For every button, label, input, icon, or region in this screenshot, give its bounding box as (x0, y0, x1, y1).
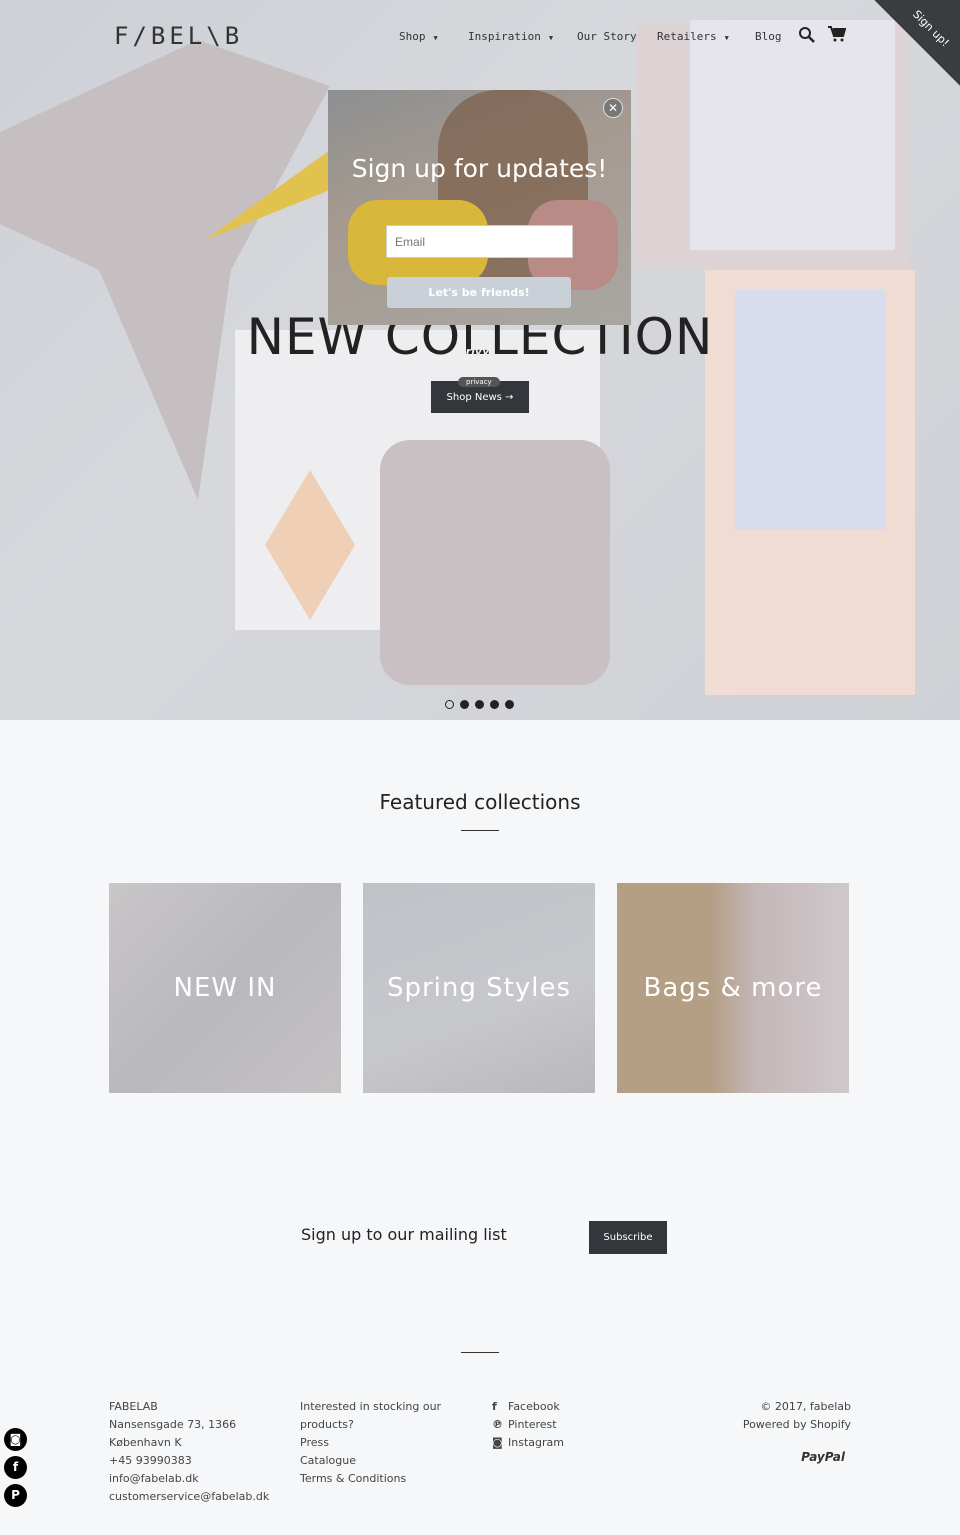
close-icon[interactable]: ✕ (603, 98, 623, 118)
slide-dots (445, 700, 514, 709)
footer-social: f Facebook ℗ Pinterest ◙ Instagram (492, 1398, 564, 1452)
signup-popup: Sign up for updates! ✕ Let's be friends! (328, 90, 631, 325)
footer-city: København K (109, 1436, 182, 1449)
nav-inspiration[interactable]: Inspiration ▼ (468, 30, 553, 43)
caret-down-icon: ▼ (548, 34, 554, 42)
slide-dot[interactable] (460, 700, 469, 709)
email-input[interactable] (386, 225, 573, 258)
nav-label: Retailers (657, 30, 717, 43)
slide-dot[interactable] (475, 700, 484, 709)
nav-our-story[interactable]: Our Story (577, 30, 637, 43)
slide-dot[interactable] (490, 700, 499, 709)
collection-card-spring-styles[interactable]: Spring Styles (363, 883, 595, 1093)
privacy-link[interactable]: privacy (458, 377, 500, 387)
footer-link-stocking[interactable]: Interested in stocking our (300, 1398, 441, 1416)
featured-title: Featured collections (379, 790, 581, 814)
logo[interactable]: F/BEL\B (114, 22, 243, 50)
footer-address: FABELAB Nansensgade 73, 1366 København K… (109, 1398, 269, 1506)
footer-links: Interested in stocking our products? Pre… (300, 1398, 441, 1488)
footer-link-press[interactable]: Press (300, 1434, 441, 1452)
caret-down-icon: ▼ (724, 34, 729, 42)
collection-label: Bags & more (643, 973, 823, 1003)
slide-dot[interactable] (505, 700, 514, 709)
powered-by-link[interactable]: Powered by Shopify (743, 1416, 851, 1434)
privy-logo[interactable]: Privy (458, 345, 489, 358)
nav-shop[interactable]: Shop ▼ (399, 30, 438, 43)
hero-image-pillow (690, 20, 895, 250)
footer-company: FABELAB (109, 1400, 158, 1413)
nav-blog[interactable]: Blog (755, 30, 782, 43)
footer-street: Nansensgade 73, 1366 (109, 1418, 237, 1431)
footer-email[interactable]: info@fabelab.dk (109, 1470, 269, 1488)
footer-service-email[interactable]: customerservice@fabelab.dk (109, 1488, 269, 1506)
floating-instagram-icon[interactable]: ◙ (4, 1428, 27, 1451)
hero-image-towel (380, 440, 610, 685)
nav-label: Shop (399, 30, 426, 43)
floating-pinterest-icon[interactable]: P (4, 1484, 27, 1507)
popup-title: Sign up for updates! (351, 154, 608, 183)
paypal-icon: PayPal (801, 1450, 845, 1464)
footer-phone: +45 93990383 (109, 1454, 192, 1467)
social-label: Facebook (508, 1400, 560, 1413)
footer-pinterest-link[interactable]: ℗ Pinterest (492, 1416, 564, 1434)
collection-card-bags-more[interactable]: Bags & more (617, 883, 849, 1093)
footer-link-catalogue[interactable]: Catalogue (300, 1452, 441, 1470)
signup-corner-label: Sign up! (910, 7, 952, 50)
instagram-icon: ◙ (492, 1436, 503, 1449)
collection-card-new-in[interactable]: NEW IN (109, 883, 341, 1093)
footer-facebook-link[interactable]: f Facebook (492, 1398, 564, 1416)
nav-retailers[interactable]: Retailers ▼ (657, 30, 729, 43)
copyright-text: © 2017, fabelab (760, 1400, 851, 1413)
social-label: Instagram (508, 1436, 564, 1449)
nav-label: Our Story (577, 30, 637, 43)
footer-link-stocking-cont[interactable]: products? (300, 1416, 441, 1434)
facebook-icon: f (492, 1400, 497, 1413)
nav-label: Blog (755, 30, 782, 43)
slide-dot[interactable] (445, 700, 454, 709)
footer-instagram-link[interactable]: ◙ Instagram (492, 1434, 564, 1452)
signup-corner-tab[interactable]: Sign up! (874, 0, 960, 86)
cart-icon[interactable] (828, 26, 846, 42)
caret-down-icon: ▼ (433, 34, 438, 42)
mailing-title: Sign up to our mailing list (301, 1225, 507, 1244)
collection-label: Spring Styles (386, 973, 572, 1003)
floating-facebook-icon[interactable]: f (4, 1456, 27, 1479)
divider (461, 830, 499, 831)
subscribe-button[interactable]: Subscribe (589, 1221, 667, 1254)
lets-be-friends-button[interactable]: Let's be friends! (387, 277, 571, 308)
social-label: Pinterest (508, 1418, 557, 1431)
footer-copyright: © 2017, fabelab Powered by Shopify PayPa… (743, 1398, 851, 1466)
footer-link-terms[interactable]: Terms & Conditions (300, 1470, 441, 1488)
collection-label: NEW IN (173, 973, 277, 1003)
search-icon[interactable] (798, 26, 816, 44)
nav-label: Inspiration (468, 30, 541, 43)
divider (461, 1352, 499, 1353)
pinterest-icon: ℗ (492, 1418, 503, 1431)
